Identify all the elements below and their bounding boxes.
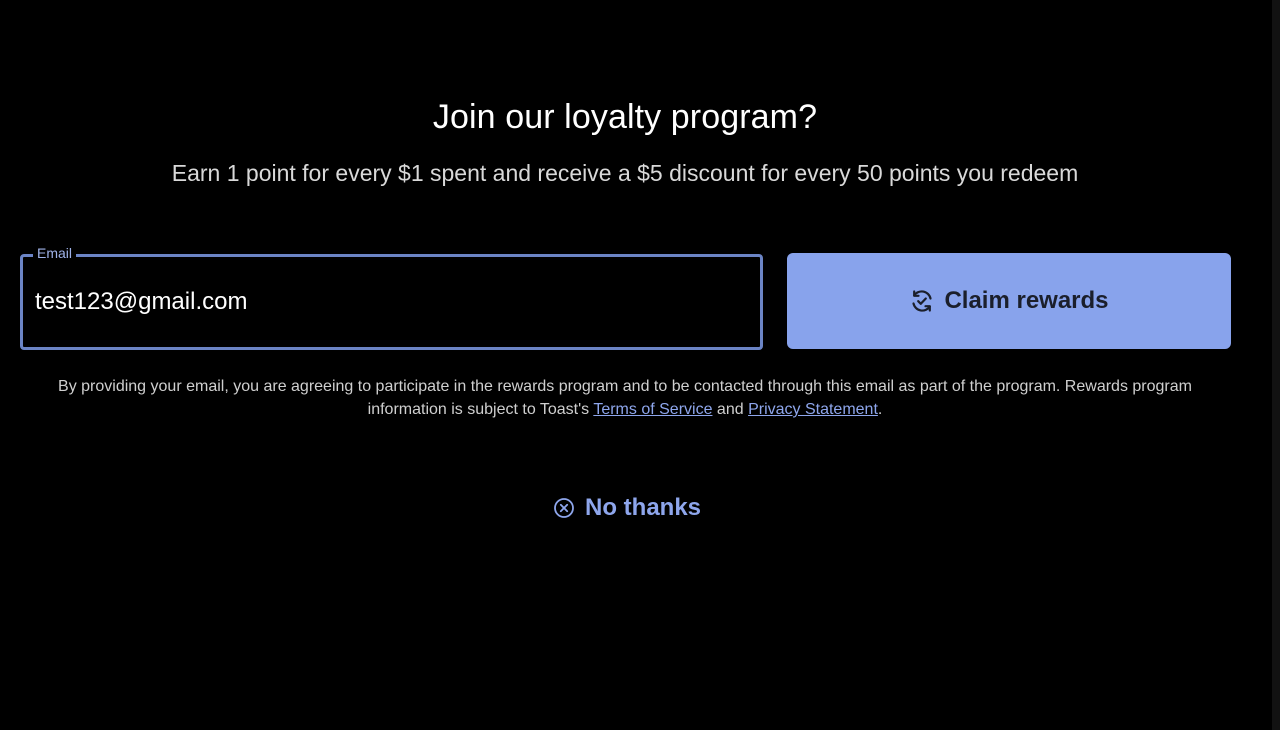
page-title: Join our loyalty program? [432,98,818,136]
disclaimer-text: By providing your email, you are agreein… [40,375,1210,421]
no-thanks-button[interactable]: No thanks [553,490,701,526]
no-thanks-label: No thanks [585,494,702,521]
loyalty-screen: Join our loyalty program? Earn 1 point f… [0,0,1280,730]
rewards-cycle-icon [909,288,935,314]
claim-rewards-button[interactable]: Claim rewards [787,253,1231,349]
claim-rewards-label: Claim rewards [944,287,1109,314]
email-label: Email [33,245,77,261]
email-input[interactable] [35,285,735,319]
disclaimer-and: and [712,401,749,418]
disclaimer-period: . [877,401,883,418]
page-subtitle: Earn 1 point for every $1 spent and rece… [171,160,1079,186]
terms-of-service-link[interactable]: Terms of Service [593,401,712,418]
right-edge-strip [1272,0,1280,730]
privacy-statement-link[interactable]: Privacy Statement [748,401,878,418]
email-field[interactable]: Email [20,245,763,350]
close-circle-icon [553,497,575,519]
